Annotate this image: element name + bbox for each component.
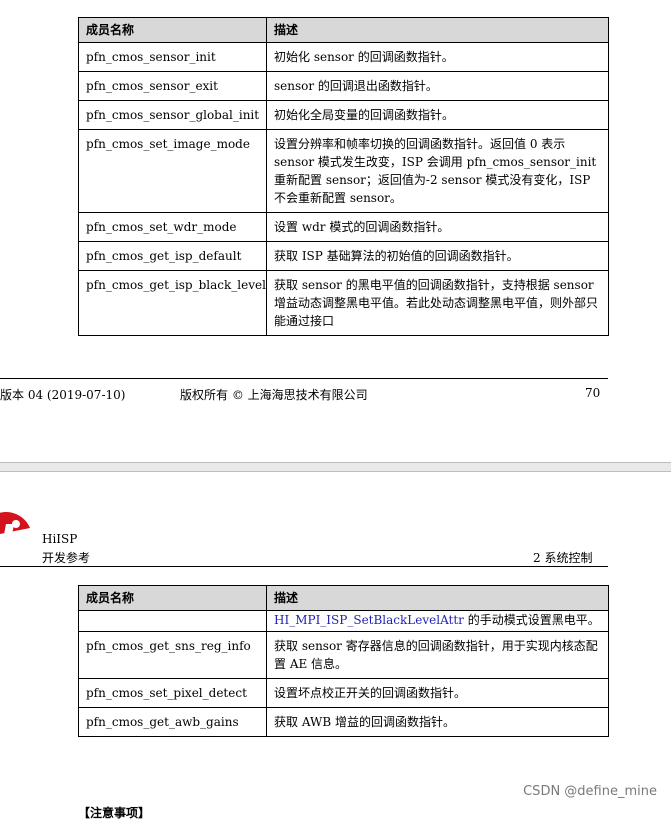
footer-version: 版本 04 (2019-07-10) xyxy=(0,388,126,402)
description-cell: 设置坏点校正开关的回调函数指针。 xyxy=(266,678,609,708)
column-header-member-name: 成员名称 xyxy=(78,17,267,43)
table-row: pfn_cmos_get_isp_black_level 获取 sensor 的… xyxy=(78,270,609,336)
member-name-cell: pfn_cmos_get_isp_default xyxy=(78,241,267,271)
page-separator xyxy=(0,462,671,472)
hisilicon-logo-icon xyxy=(0,512,30,556)
description-cell: 获取 sensor 寄存器信息的回调函数指针，用于实现内核态配置 AE 信息。 xyxy=(266,631,609,679)
header-title: HiISP xyxy=(42,532,78,546)
header-subtitle: 开发参考 xyxy=(42,551,91,565)
header-section: 2 系统控制 xyxy=(533,551,593,565)
member-name-cell: pfn_cmos_sensor_exit xyxy=(78,71,267,101)
table-row: pfn_cmos_get_awb_gains 获取 AWB 增益的回调函数指针。 xyxy=(78,707,609,737)
member-name-cell: pfn_cmos_sensor_init xyxy=(78,42,267,72)
table-row: pfn_cmos_set_pixel_detect 设置坏点校正开关的回调函数指… xyxy=(78,678,609,708)
column-header-description: 描述 xyxy=(266,17,609,43)
member-name-cell xyxy=(78,610,267,632)
table-row: pfn_cmos_sensor_exit sensor 的回调退出函数指针。 xyxy=(78,71,609,101)
description-cell: 初始化全局变量的回调函数指针。 xyxy=(266,100,609,130)
column-header-description: 描述 xyxy=(266,585,609,611)
table-row: pfn_cmos_set_wdr_mode 设置 wdr 模式的回调函数指针。 xyxy=(78,212,609,242)
member-name-cell: pfn_cmos_set_wdr_mode xyxy=(78,212,267,242)
member-name-cell: pfn_cmos_get_awb_gains xyxy=(78,707,267,737)
description-cell: 初始化 sensor 的回调函数指针。 xyxy=(266,42,609,72)
description-text: 的手动模式设置黑电平。 xyxy=(463,613,600,627)
description-cell: 设置 wdr 模式的回调函数指针。 xyxy=(266,212,609,242)
table-row: pfn_cmos_sensor_global_init 初始化全局变量的回调函数… xyxy=(78,100,609,130)
header-divider xyxy=(0,566,608,567)
document-page-70: 成员名称 描述 pfn_cmos_sensor_init 初始化 sensor … xyxy=(0,0,671,462)
document-page-71: HiISP 开发参考 2 系统控制 成员名称 描述 HI_MPI_ISP_Set… xyxy=(0,472,671,820)
member-table: 成员名称 描述 pfn_cmos_sensor_init 初始化 sensor … xyxy=(78,17,609,336)
member-name-cell: pfn_cmos_get_isp_black_level xyxy=(78,270,267,336)
footer-page-number: 70 xyxy=(585,386,601,400)
member-table-continued: 成员名称 描述 HI_MPI_ISP_SetBlackLevelAttr 的手动… xyxy=(78,585,609,737)
table-header-row: 成员名称 描述 xyxy=(78,585,609,611)
table-row: pfn_cmos_get_sns_reg_info 获取 sensor 寄存器信… xyxy=(78,631,609,679)
api-link[interactable]: HI_MPI_ISP_SetBlackLevelAttr xyxy=(274,613,464,627)
table-row: pfn_cmos_set_image_mode 设置分辨率和帧率切换的回调函数指… xyxy=(78,129,609,213)
notes-heading: 【注意事项】 xyxy=(78,806,151,820)
description-cell: sensor 的回调退出函数指针。 xyxy=(266,71,609,101)
footer-divider xyxy=(0,378,608,379)
description-cell: 获取 AWB 增益的回调函数指针。 xyxy=(266,707,609,737)
table-row: HI_MPI_ISP_SetBlackLevelAttr 的手动模式设置黑电平。 xyxy=(78,610,609,632)
table-row: pfn_cmos_sensor_init 初始化 sensor 的回调函数指针。 xyxy=(78,42,609,72)
description-cell: 获取 sensor 的黑电平值的回调函数指针，支持根据 sensor 增益动态调… xyxy=(266,270,609,336)
description-cell: 设置分辨率和帧率切换的回调函数指针。返回值 0 表示 sensor 模式发生改变… xyxy=(266,129,609,213)
member-name-cell: pfn_cmos_sensor_global_init xyxy=(78,100,267,130)
table-row: pfn_cmos_get_isp_default 获取 ISP 基础算法的初始值… xyxy=(78,241,609,271)
table-header-row: 成员名称 描述 xyxy=(78,17,609,43)
watermark: CSDN @define_mine xyxy=(523,784,657,799)
member-name-cell: pfn_cmos_set_pixel_detect xyxy=(78,678,267,708)
member-name-cell: pfn_cmos_get_sns_reg_info xyxy=(78,631,267,679)
column-header-member-name: 成员名称 xyxy=(78,585,267,611)
description-cell: HI_MPI_ISP_SetBlackLevelAttr 的手动模式设置黑电平。 xyxy=(266,610,609,632)
footer-copyright: 版权所有 © 上海海思技术有限公司 xyxy=(180,388,368,402)
member-name-cell: pfn_cmos_set_image_mode xyxy=(78,129,267,213)
description-cell: 获取 ISP 基础算法的初始值的回调函数指针。 xyxy=(266,241,609,271)
